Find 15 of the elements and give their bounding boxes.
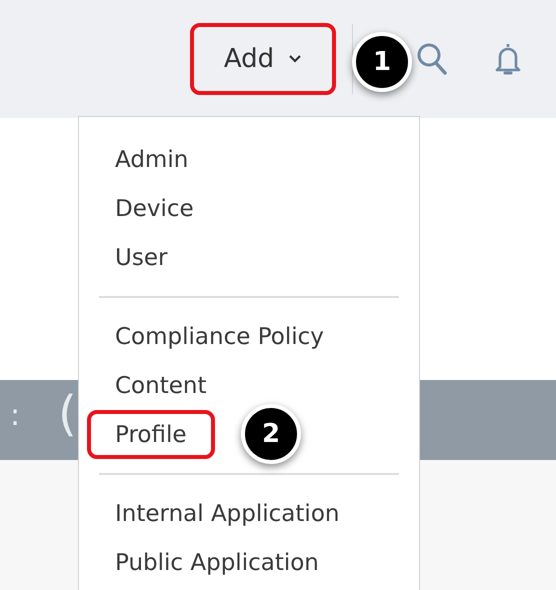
menu-item[interactable]: Content xyxy=(87,361,234,410)
menu-item[interactable]: Compliance Policy xyxy=(87,312,352,361)
menu-item[interactable]: Device xyxy=(87,184,222,233)
search-icon[interactable] xyxy=(415,41,449,77)
caret-icon xyxy=(288,54,302,64)
menu-item[interactable]: User xyxy=(87,233,196,282)
menu-item[interactable]: Internal Application xyxy=(87,489,368,538)
menu-item[interactable]: Public Application xyxy=(87,538,347,587)
callout-badge: 1 xyxy=(352,32,412,92)
bell-icon[interactable] xyxy=(493,41,523,77)
menu-item[interactable]: Profile xyxy=(87,410,215,459)
menu-item[interactable]: Admin xyxy=(87,135,216,184)
add-button[interactable]: Add xyxy=(190,23,336,95)
band-text: ( xyxy=(58,386,77,442)
band-text: : xyxy=(10,398,20,433)
